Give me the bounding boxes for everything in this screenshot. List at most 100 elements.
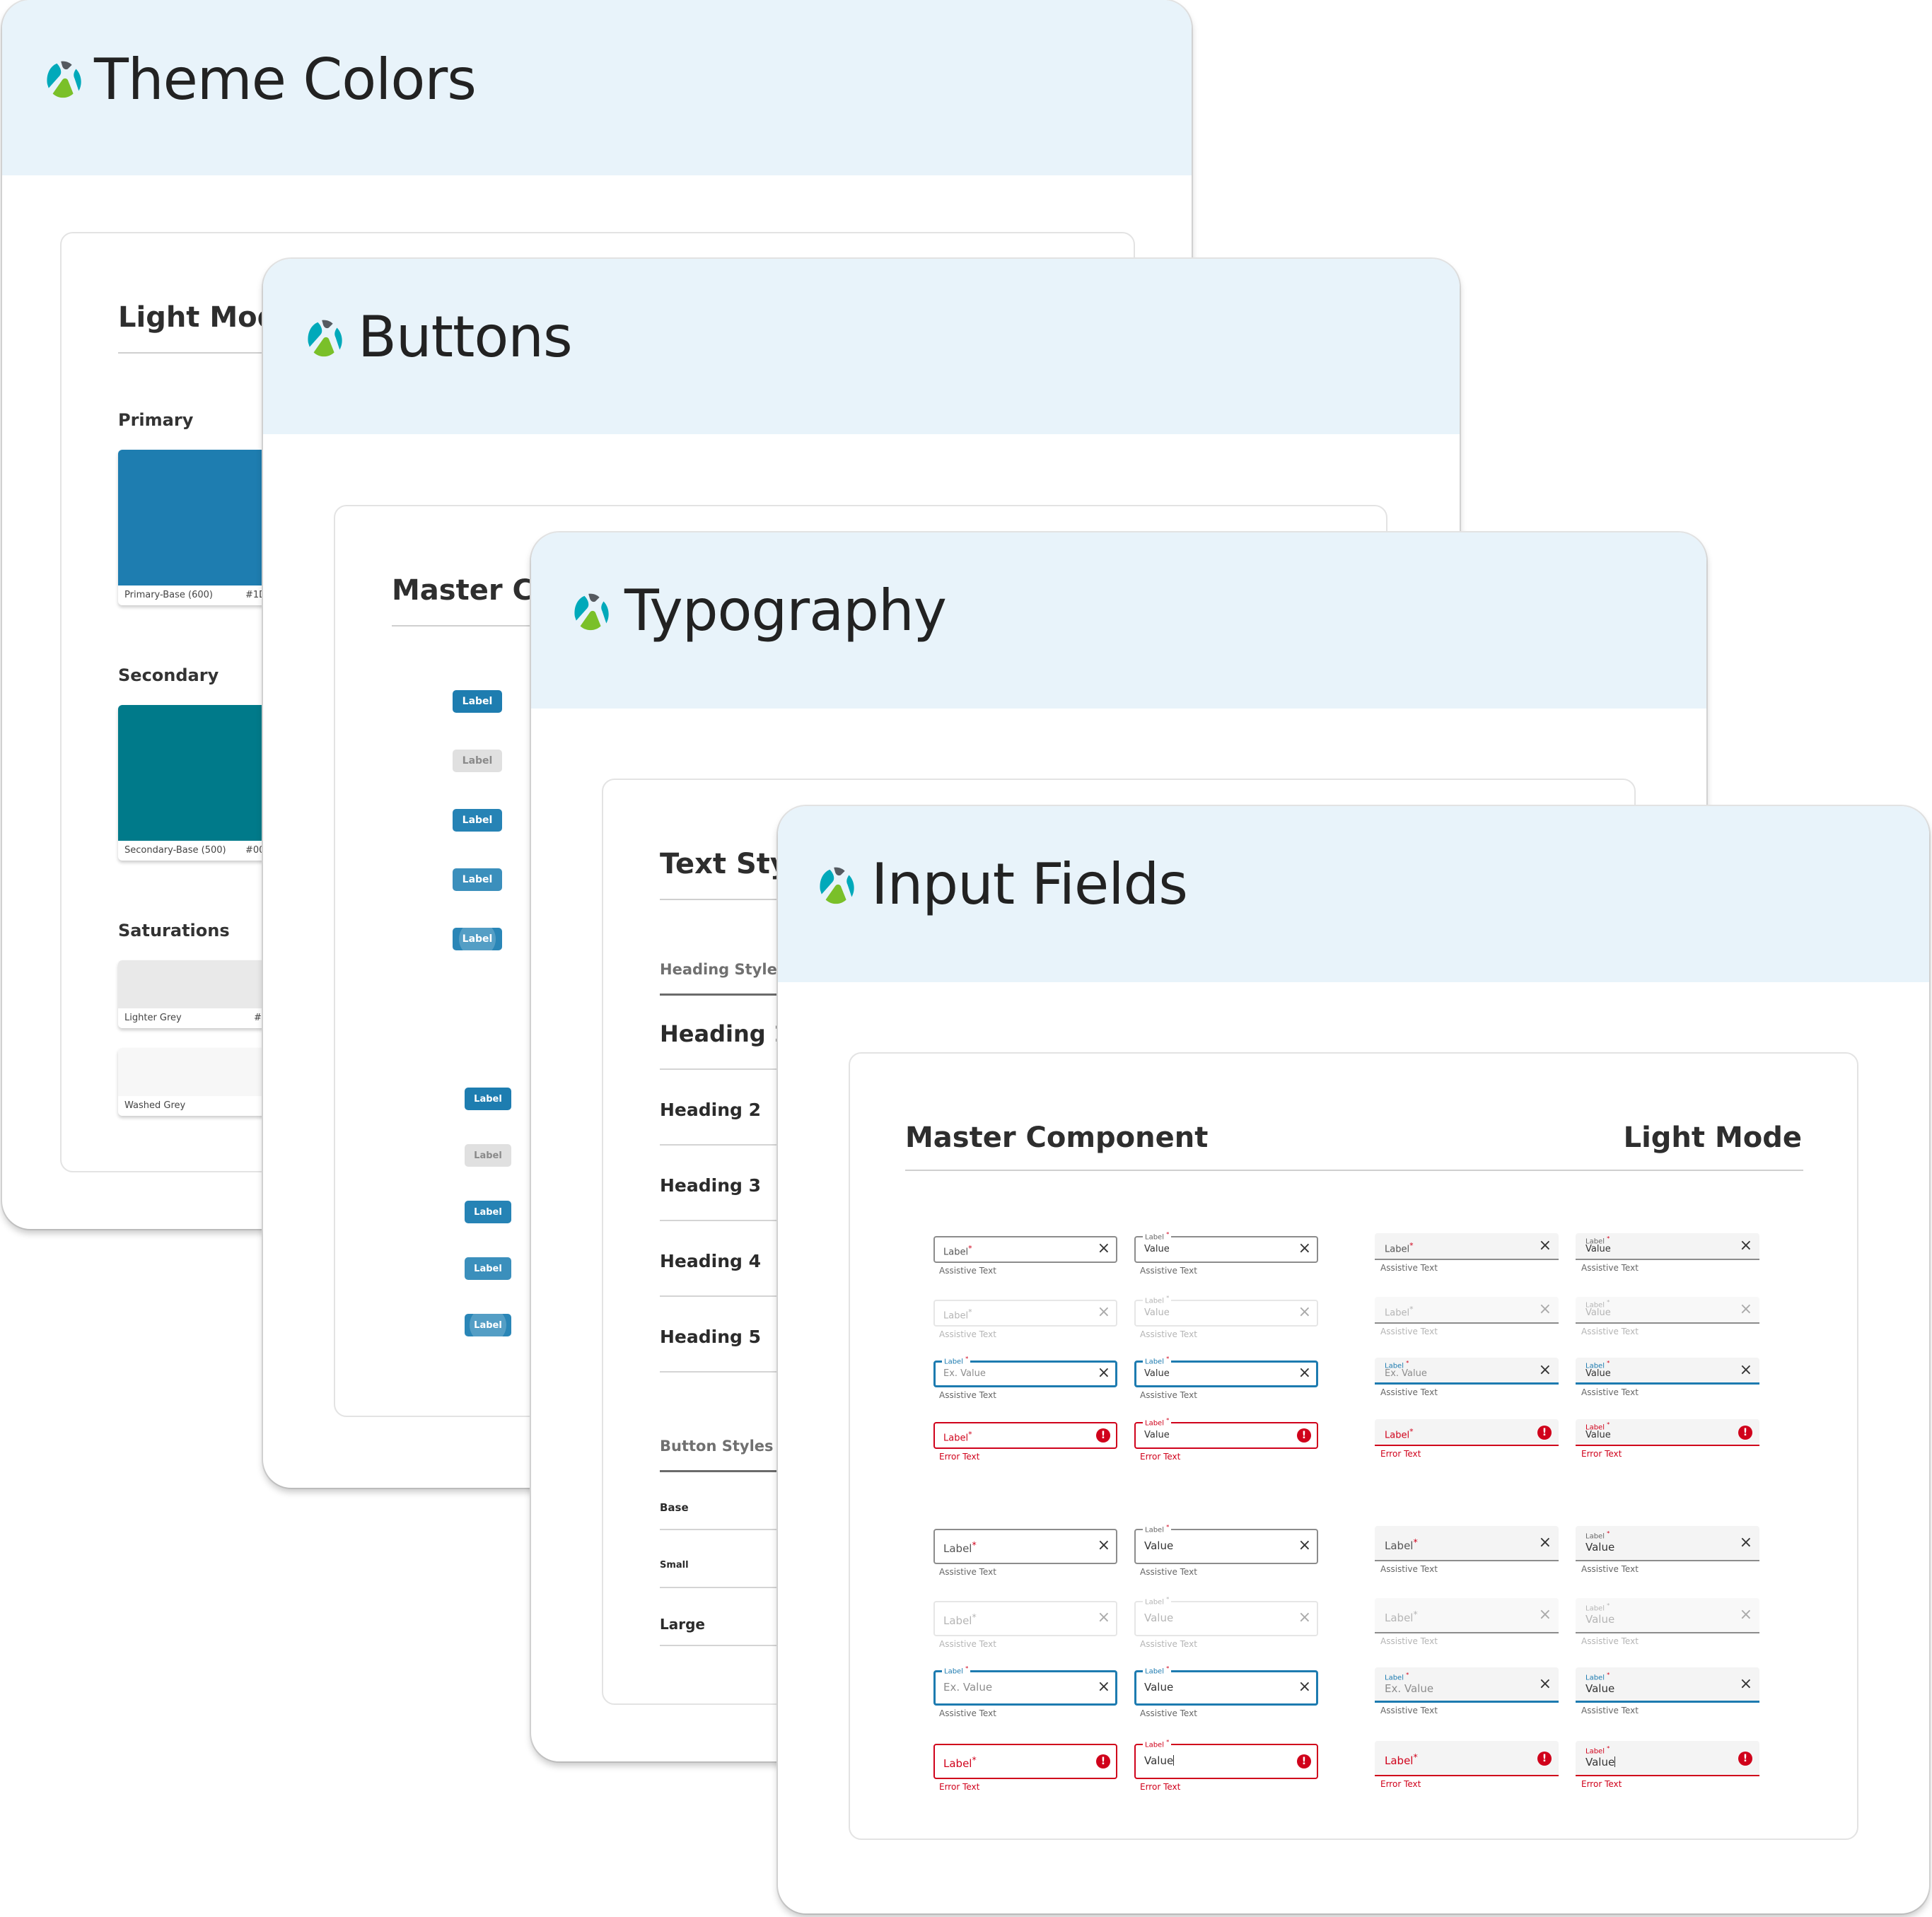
label-placeholder: Label*	[1385, 1304, 1414, 1318]
value-text: Value	[1144, 1368, 1170, 1379]
required-mark: *	[1413, 1609, 1418, 1620]
input-field-outlined-focused[interactable]: Label * Ex. Value × Assistive Text	[933, 1665, 1117, 1724]
input-field-filled-error[interactable]: Label*! Error Text	[1375, 1419, 1559, 1464]
input-field-outlined-focused[interactable]: Label * Value × Assistive Text	[1134, 1665, 1318, 1724]
input-field-filled-error[interactable]: Label * Value! Error Text	[1576, 1419, 1759, 1464]
heading-3-sample: Heading 3	[660, 1175, 762, 1196]
input-field-filled-focused[interactable]: Label * Value × Assistive Text	[1576, 1358, 1759, 1403]
clear-icon: ×	[1739, 1606, 1752, 1624]
clear-icon[interactable]: ×	[1539, 1535, 1552, 1551]
required-mark: *	[972, 1754, 977, 1766]
clear-icon: ×	[1739, 1300, 1752, 1318]
button-base-default[interactable]: Label	[453, 690, 502, 713]
floating-label: Label *	[1585, 1744, 1610, 1756]
floating-label: Label *	[1143, 1294, 1172, 1305]
assistive-text: Assistive Text	[1581, 1564, 1639, 1574]
clear-icon[interactable]: ×	[1740, 1535, 1752, 1551]
required-mark: *	[1607, 1359, 1610, 1366]
label-placeholder: Label*	[943, 1612, 977, 1628]
input-field-outlined-default[interactable]: Label* × Assistive Text	[933, 1236, 1117, 1281]
input-field-outlined-default[interactable]: Label * Value × Assistive Text	[1134, 1523, 1318, 1583]
input-fields-panel: Input Fields Master Component Light Mode…	[778, 806, 1929, 1913]
value-text: Value	[1585, 1307, 1611, 1318]
input-field-filled-default[interactable]: Label * Value × Assistive Text	[1576, 1526, 1759, 1580]
input-field-outlined-default[interactable]: Label * Value × Assistive Text	[1134, 1230, 1318, 1281]
required-mark: *	[1607, 1298, 1610, 1305]
button-base-hover[interactable]: Label	[453, 809, 502, 832]
assistive-text: Assistive Text	[1581, 1706, 1639, 1715]
input-field-outlined-error[interactable]: Label * Value! Error Text	[1134, 1416, 1318, 1467]
input-field-outlined-default[interactable]: Label* × Assistive Text	[933, 1529, 1117, 1583]
required-mark: *	[1409, 1240, 1414, 1250]
clear-icon[interactable]: ×	[1098, 1538, 1110, 1554]
required-mark: *	[965, 1355, 969, 1362]
input-field-filled-default[interactable]: Label* × Assistive Text	[1375, 1233, 1559, 1278]
input-field-outlined-error[interactable]: Label*! Error Text	[933, 1422, 1117, 1467]
clear-icon[interactable]: ×	[1539, 1238, 1552, 1254]
button-small-default[interactable]: Label	[465, 1088, 511, 1110]
clear-icon[interactable]: ×	[1740, 1677, 1752, 1692]
clear-icon[interactable]: ×	[1539, 1677, 1552, 1692]
button-small-focus[interactable]: Label	[465, 1257, 511, 1280]
input-field-filled-default[interactable]: Label* × Assistive Text	[1375, 1526, 1559, 1580]
clear-icon[interactable]: ×	[1098, 1241, 1110, 1257]
required-mark: *	[1166, 1230, 1170, 1237]
input-field-filled-focused[interactable]: Label * Ex. Value × Assistive Text	[1375, 1667, 1559, 1721]
input-field-filled-error[interactable]: Label * Value! Error Text	[1576, 1741, 1759, 1795]
input-field-outlined-focused[interactable]: Label * Value × Assistive Text	[1134, 1355, 1318, 1406]
clear-icon[interactable]: ×	[1298, 1538, 1311, 1554]
required-mark: *	[1166, 1294, 1170, 1301]
value-text: Value	[1585, 1243, 1611, 1254]
clear-icon[interactable]: ×	[1098, 1679, 1110, 1695]
clear-icon[interactable]: ×	[1740, 1238, 1752, 1254]
button-base-focus[interactable]: Label	[453, 868, 502, 891]
clear-icon: ×	[1097, 1303, 1110, 1321]
value-text: Value	[1585, 1756, 1616, 1769]
card-title: Master Co	[392, 574, 553, 607]
error-icon: !	[1297, 1428, 1311, 1443]
input-field-filled-focused[interactable]: Label * Value × Assistive Text	[1576, 1667, 1759, 1721]
brand-logo-icon	[820, 867, 854, 904]
label-placeholder: Label*	[943, 1243, 972, 1257]
error-text: Error Text	[939, 1782, 980, 1792]
input-field-outlined-error[interactable]: Label * Value! Error Text	[1134, 1738, 1318, 1797]
input-field-filled-error[interactable]: Label*! Error Text	[1375, 1741, 1559, 1795]
input-field-outlined-disabled: Label * Value × Assistive Text	[1134, 1595, 1318, 1655]
error-text: Error Text	[1380, 1779, 1421, 1789]
clear-icon[interactable]: ×	[1298, 1365, 1311, 1381]
error-text: Error Text	[939, 1452, 980, 1462]
required-mark: *	[1409, 1426, 1414, 1436]
button-small-disabled[interactable]: Label	[465, 1144, 511, 1167]
button-base-disabled[interactable]: Label	[453, 750, 502, 772]
required-mark: *	[1607, 1671, 1610, 1678]
clear-icon[interactable]: ×	[1298, 1241, 1311, 1257]
button-style-large: Large	[660, 1616, 705, 1633]
floating-label: Label *	[1585, 1529, 1610, 1541]
clear-icon[interactable]: ×	[1539, 1363, 1552, 1378]
heading-4-sample: Heading 4	[660, 1251, 762, 1271]
clear-icon[interactable]: ×	[1098, 1365, 1110, 1381]
value-text: Value	[1585, 1429, 1611, 1440]
input-field-filled-default[interactable]: Label * Value × Assistive Text	[1576, 1233, 1759, 1278]
placeholder-text: Ex. Value	[1385, 1682, 1434, 1696]
clear-icon[interactable]: ×	[1298, 1679, 1311, 1695]
value-text: Value	[1585, 1613, 1615, 1626]
assistive-text: Assistive Text	[939, 1708, 996, 1718]
input-field-filled-disabled: Label* × Assistive Text	[1375, 1297, 1559, 1342]
input-field-filled-focused[interactable]: Label * Ex. Value × Assistive Text	[1375, 1358, 1559, 1403]
label-placeholder: Label*	[1385, 1752, 1418, 1768]
clear-icon[interactable]: ×	[1740, 1363, 1752, 1378]
label-placeholder: Label*	[943, 1429, 972, 1443]
floating-label: Label *	[1143, 1416, 1172, 1428]
error-text: Error Text	[1140, 1782, 1181, 1792]
input-field-outlined-focused[interactable]: Label * Ex. Value × Assistive Text	[933, 1355, 1117, 1406]
button-small-hover[interactable]: Label	[465, 1201, 511, 1223]
button-small-pressed[interactable]: Label	[465, 1314, 511, 1336]
floating-label: Label *	[942, 1355, 971, 1366]
floating-label: Label *	[1143, 1355, 1172, 1366]
assistive-text: Assistive Text	[1140, 1329, 1197, 1339]
required-mark: *	[1409, 1304, 1414, 1314]
input-field-outlined-error[interactable]: Label*! Error Text	[933, 1744, 1117, 1797]
required-mark: *	[1607, 1421, 1610, 1428]
button-base-pressed[interactable]: Label	[453, 928, 502, 950]
